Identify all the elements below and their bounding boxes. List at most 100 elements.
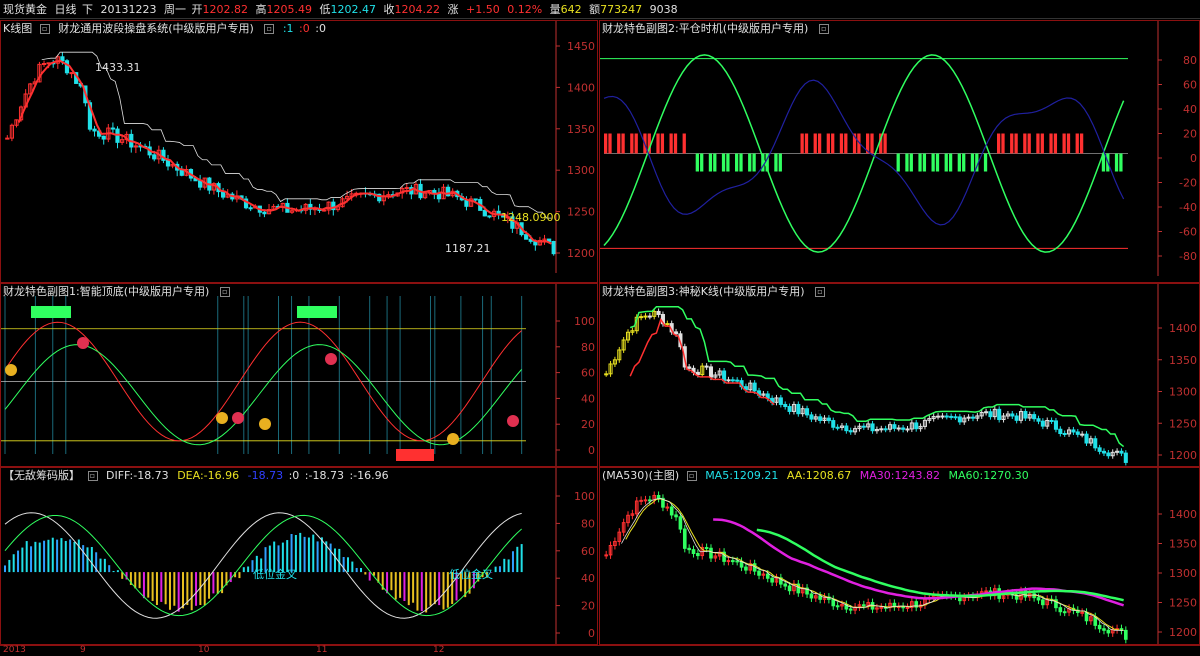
sub3-pane[interactable]: 财龙特色副图3:神秘K线(中级版用户专用) ▫ 1400 1350 1300 1250… [599, 283, 1200, 467]
candle-body [1080, 433, 1085, 436]
sub2-tick-label: -60 [1179, 226, 1197, 239]
kline-indicator[interactable]: 财龙通用波段操盘系统(中级版用户专用) [58, 22, 254, 35]
bar-down [905, 153, 909, 172]
bar-up [1049, 133, 1053, 154]
high-annotation: 1433.31 [95, 61, 141, 74]
sub1-title[interactable]: 财龙特色副图1:智能顶底(中级版用户专用) [3, 285, 209, 298]
candle-body [752, 382, 757, 392]
candle-body [1023, 411, 1028, 419]
macd-tick-label: 100 [574, 490, 595, 503]
sub1-pane[interactable]: 财龙特色副图1:智能顶底(中级版用户专用) ▫ 100 80 60 40 20 0 [0, 283, 598, 467]
macd-pane[interactable]: 【无敌筹码版】 ▫ DIFF:-18.73 DEA:-16.96 -18.73 … [0, 467, 598, 645]
period-label[interactable]: 日线 [55, 3, 77, 16]
bar-up [1023, 133, 1027, 154]
macd-dea: DEA:-16.96 [177, 469, 240, 482]
bar-down [774, 153, 778, 172]
candle-body [1097, 447, 1102, 452]
kline-chart[interactable]: 1450 1400 1350 1300 1250 1200 1433.31 1187.21 12… [1, 21, 598, 283]
support-line [629, 317, 775, 406]
candle-body [1084, 433, 1089, 444]
candle-body [1101, 450, 1107, 454]
ma-title[interactable]: (MA530)(主图) [602, 469, 679, 482]
bar-down [948, 153, 953, 172]
candle-body [669, 506, 674, 516]
candle-body [953, 416, 958, 419]
sub2-settings-icon[interactable]: ▫ [818, 24, 829, 34]
candle-body [198, 180, 203, 188]
sub1-tick-label: 60 [581, 367, 595, 380]
kline-param-1: :1 [282, 22, 294, 35]
sub2-title[interactable]: 财龙特色副图2:平仓时机(中级版用户专用) [602, 22, 808, 35]
candle-body [870, 423, 875, 432]
candle-body [604, 554, 608, 557]
candle-body [665, 506, 670, 509]
candle-body [179, 169, 184, 176]
sub2-chart[interactable]: 80 60 40 20 0 -20 -40 -60 -80 [600, 21, 1200, 283]
symbol-name[interactable]: 现货黄金 [3, 3, 47, 16]
candle-body [1010, 413, 1015, 417]
high-value: 1205.49 [266, 3, 313, 16]
bar-up [813, 133, 817, 154]
kline-tick-label: 1200 [567, 247, 595, 260]
sub3-tick-label: 1200 [1169, 449, 1197, 462]
macd-settings-icon[interactable]: ▫ [87, 471, 98, 481]
sub2-pane[interactable]: 财龙特色副图2:平仓时机(中级版用户专用) ▫ 80 60 40 20 0 -20 -40 -… [599, 20, 1200, 283]
candle-body [64, 60, 70, 74]
indicator-settings-icon[interactable]: ▫ [264, 24, 275, 34]
aa-label: AA:1208.67 [786, 469, 852, 482]
bar-up [1010, 133, 1014, 154]
candle-body [997, 408, 1002, 421]
weekday-label: 周一 [164, 3, 186, 16]
candle-body [984, 411, 989, 414]
sub1-settings-icon[interactable]: ▫ [219, 287, 230, 297]
ma-line [17, 59, 552, 245]
ma-pane[interactable]: (MA530)(主图) ▫ MA5:1209.21 AA:1208.67 MA3… [599, 467, 1200, 645]
candle-body [248, 207, 253, 210]
kline-param-2: :0 [299, 22, 310, 35]
candle-body [831, 598, 836, 607]
sub3-settings-icon[interactable]: ▫ [815, 287, 825, 297]
candle-body [709, 547, 713, 559]
candle-body [949, 415, 954, 418]
ma30-label: MA30:1243.82 [859, 469, 940, 482]
bar-up [844, 133, 848, 154]
ma60-label: MA60:1270.30 [948, 469, 1029, 482]
candle-body [1102, 628, 1106, 631]
sub2-tick-label: -80 [1179, 250, 1197, 263]
macd-tick-label: 20 [581, 600, 595, 613]
candle-body [783, 403, 788, 408]
signal-dot [232, 412, 244, 424]
bar-up [630, 133, 634, 154]
sub1-chart[interactable]: 100 80 60 40 20 0 [1, 284, 598, 467]
candle-body [1084, 611, 1089, 622]
candle-body [984, 590, 988, 593]
candle-body [1053, 420, 1058, 430]
sub3-tick-label: 1300 [1169, 386, 1197, 399]
candle-body [835, 605, 840, 608]
macd-title[interactable]: 【无敌筹码版】 [3, 469, 80, 482]
candle-body [809, 593, 814, 599]
candle-body [1106, 629, 1111, 634]
sub3-chart[interactable]: 1400 1350 1300 1250 1200 [600, 284, 1200, 467]
candle-body [5, 137, 10, 140]
candle-body [862, 604, 866, 607]
indicator-menu-icon[interactable]: ▫ [39, 24, 50, 34]
candle-body [708, 366, 714, 378]
aa-line [625, 498, 1124, 631]
candle-body [988, 411, 993, 418]
bar-down [896, 153, 900, 172]
candle-body [682, 528, 687, 549]
macd-chart[interactable]: 低位金叉 低位金叉 100 80 60 40 20 0 [1, 468, 598, 645]
bar-up [831, 133, 835, 154]
kline-pane[interactable]: K线图 ▫ 财龙通用波段操盘系统(中级版用户专用) ▫ :1 :0 :0 145… [0, 20, 598, 283]
candle-body [879, 606, 884, 609]
candle-body [69, 72, 74, 75]
bar-down [957, 153, 961, 172]
candle-body [892, 424, 897, 429]
top-signal-block [31, 306, 71, 318]
candle-body [152, 154, 157, 160]
bar-down [935, 153, 940, 172]
ma-settings-icon[interactable]: ▫ [686, 471, 697, 481]
ma-chart[interactable]: 1400 1350 1300 1250 1200 [600, 468, 1200, 645]
sub3-title[interactable]: 财龙特色副图3:神秘K线(中级版用户专用) [602, 285, 805, 298]
